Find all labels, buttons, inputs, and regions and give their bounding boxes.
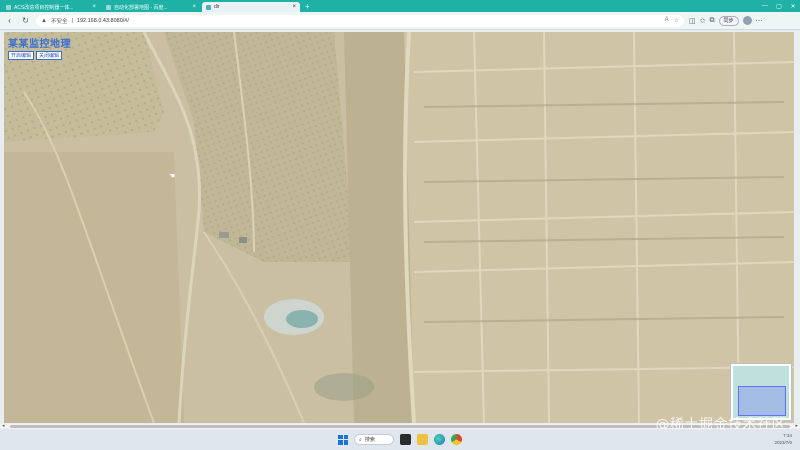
overview-extent-box[interactable] — [738, 386, 786, 416]
search-label: 搜索 — [364, 437, 375, 443]
page-favicon-icon — [106, 4, 111, 10]
omnibox-actions: A ☆ — [665, 17, 679, 24]
sync-button[interactable]: 同步 — [718, 15, 739, 26]
minimize-button[interactable]: — — [758, 3, 772, 9]
page-favicon-icon — [6, 4, 11, 10]
close-icon[interactable]: × — [192, 4, 196, 10]
split-screen-icon[interactable]: ◫ — [689, 17, 696, 25]
tab-title: dir — [214, 4, 220, 10]
clock-date: 2023/7/6 — [774, 440, 792, 445]
close-icon[interactable]: × — [292, 4, 296, 10]
browser-tab-1[interactable]: ACS改造项目控制器一体... × — [2, 2, 100, 12]
back-arrow-icon[interactable]: ‹ — [4, 15, 15, 26]
map-toolbar: 开启编辑 关闭编辑 — [8, 51, 63, 60]
url-text[interactable]: 192.168.0.43:8080/#/ — [77, 18, 129, 24]
browser-tab-strip: ACS改造项目控制器一体... × 自动化部署地图 - 百度... × dir … — [0, 0, 800, 12]
new-tab-button[interactable]: + — [300, 2, 315, 12]
browser-toolbar: ‹ ↻ ▲ 不安全 | 192.168.0.43:8080/#/ A ☆ ◫ ✩… — [0, 12, 800, 30]
profile-avatar[interactable] — [742, 16, 752, 25]
security-label: 不安全 — [50, 18, 68, 25]
file-explorer-icon[interactable] — [417, 434, 428, 445]
windows-taskbar: ⌕ 搜索 7:34 2023/7/6 — [0, 429, 800, 450]
favorites-icon[interactable]: ✩ — [700, 17, 706, 25]
satellite-imagery — [4, 32, 794, 423]
tab-title: ACS改造项目控制器一体... — [14, 4, 74, 11]
hand-cursor-icon: ☚ — [169, 173, 176, 180]
address-bar[interactable]: ▲ 不安全 | 192.168.0.43:8080/#/ A ☆ — [36, 14, 684, 27]
more-icon[interactable]: ⋯ — [756, 17, 763, 25]
read-aloud-icon[interactable]: A — [665, 17, 669, 24]
taskbar-search[interactable]: ⌕ 搜索 — [354, 434, 394, 445]
task-view-icon[interactable] — [400, 434, 411, 445]
browser-tab-2[interactable]: 自动化部署地图 - 百度... × — [102, 2, 200, 12]
page-favicon-icon — [206, 4, 211, 10]
refresh-icon[interactable]: ↻ — [20, 15, 31, 26]
browser-tab-3[interactable]: dir × — [202, 2, 300, 12]
windows-start-icon[interactable] — [338, 434, 348, 445]
overview-map[interactable] — [730, 363, 792, 421]
browser-tool-icons: ◫ ✩ ⧉ 同步 ⋯ — [689, 15, 763, 26]
stop-edit-button[interactable]: 关闭编辑 — [36, 51, 63, 60]
edge-browser-icon[interactable] — [434, 434, 445, 445]
warning-icon: ▲ — [41, 17, 47, 24]
maximize-button[interactable]: ▢ — [772, 3, 786, 10]
collections-icon[interactable]: ⧉ — [710, 17, 715, 25]
chrome-browser-icon[interactable] — [451, 434, 462, 445]
tab-title: 自动化部署地图 - 百度... — [114, 4, 168, 11]
start-edit-button[interactable]: 开启编辑 — [8, 51, 35, 60]
close-icon[interactable]: × — [92, 4, 96, 10]
satellite-map[interactable]: 某某监控地理 开启编辑 关闭编辑 ☚ — [4, 32, 794, 423]
system-tray-clock[interactable]: 7:34 2023/7/6 — [774, 432, 792, 446]
window-controls: — ▢ ✕ — [758, 0, 800, 12]
clock-time: 7:34 — [783, 433, 792, 438]
search-icon: ⌕ — [359, 436, 362, 443]
favorite-star-icon[interactable]: ☆ — [674, 17, 679, 24]
map-title: 某某监控地理 — [8, 39, 71, 50]
divider: | — [71, 17, 73, 24]
overview-map-imagery — [733, 366, 789, 418]
close-window-button[interactable]: ✕ — [786, 3, 800, 10]
